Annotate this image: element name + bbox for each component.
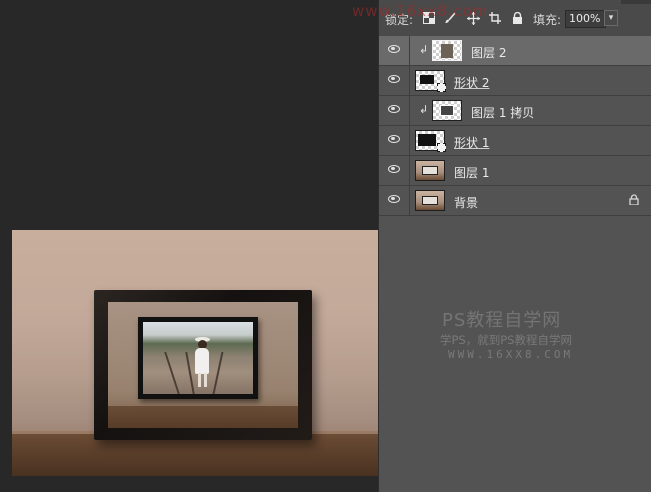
visibility-toggle[interactable] [379,186,410,215]
visibility-toggle[interactable] [379,36,410,65]
crop-icon[interactable] [488,11,502,25]
clipping-arrow-icon: ↲ [419,103,429,116]
fill-opacity-input[interactable]: 100% [565,10,606,28]
outer-picture-frame [94,290,312,440]
rail-right [212,352,224,394]
wooden-floor [12,434,378,476]
person-legs [198,373,207,387]
person-dress [195,348,209,374]
thumb-frame [422,196,438,205]
eye-icon [388,165,400,173]
layer-name: 图层 1 [454,166,490,180]
clipping-arrow-icon: ↲ [419,43,429,56]
layer-row-shape-2[interactable]: 形状 2 [379,66,651,96]
eye-icon [388,105,400,113]
vector-mask-icon [437,83,446,92]
layer-row-shape-1[interactable]: 形状 1 [379,126,651,156]
frame-shelf [108,406,298,428]
canvas-photo [12,230,378,476]
eye-icon [388,75,400,83]
layer-row-layer-1-copy[interactable]: ↲ 图层 1 拷贝 [379,96,651,126]
thumb-shape [418,134,436,146]
layer-row-layer-2[interactable]: ↲ 图层 2 [379,36,651,66]
panel-tab-edge [621,0,651,4]
eye-icon [388,45,400,53]
eye-icon [388,135,400,143]
layer-thumbnail [415,160,445,181]
visibility-toggle[interactable] [379,96,410,125]
layer-name: 图层 1 拷贝 [471,106,535,120]
vector-mask-icon [437,143,446,152]
layer-thumbnail [432,40,462,61]
layer-name: 形状 2 [454,76,490,90]
background-lock-icon[interactable] [629,194,639,208]
watermark-title: PS教程自学网 [442,310,562,331]
visibility-toggle[interactable] [379,156,410,185]
layer-thumbnail [432,100,462,121]
inner-picture-frame [138,317,258,399]
watermark-url: WWW.16XX8.COM [448,348,574,361]
watermark-slogan: 学PS，就到PS教程自学网 [440,333,572,347]
rail-left [164,352,180,394]
layer-thumbnail [415,70,446,92]
layers-panel: 锁定: 填充: 100% ▾ ↲ 图层 2 形状 2 ↲ 图层 1 拷贝 形状 … [378,0,651,492]
layer-thumbnail [415,190,445,211]
visibility-toggle[interactable] [379,66,410,95]
thumb-frame [440,105,454,116]
top-watermark: www.16xx8.com [352,2,489,20]
railway-girl-photo [143,322,253,394]
layer-name: 图层 2 [471,46,507,60]
layer-thumbnail [415,130,446,152]
thumb-photo [441,44,453,58]
visibility-toggle[interactable] [379,126,410,155]
layer-row-background[interactable]: 背景 [379,186,651,216]
document-canvas[interactable] [0,0,378,492]
chevron-down-icon[interactable]: ▾ [604,10,618,26]
fill-label: 填充: [533,13,562,27]
layer-name: 背景 [454,196,479,210]
thumb-frame [422,166,438,175]
layer-row-layer-1[interactable]: 图层 1 [379,156,651,186]
layer-name: 形状 1 [454,136,490,150]
lock-icon[interactable] [510,11,524,25]
eye-icon [388,195,400,203]
thumb-shape [420,75,434,84]
rail-mid [185,352,195,394]
